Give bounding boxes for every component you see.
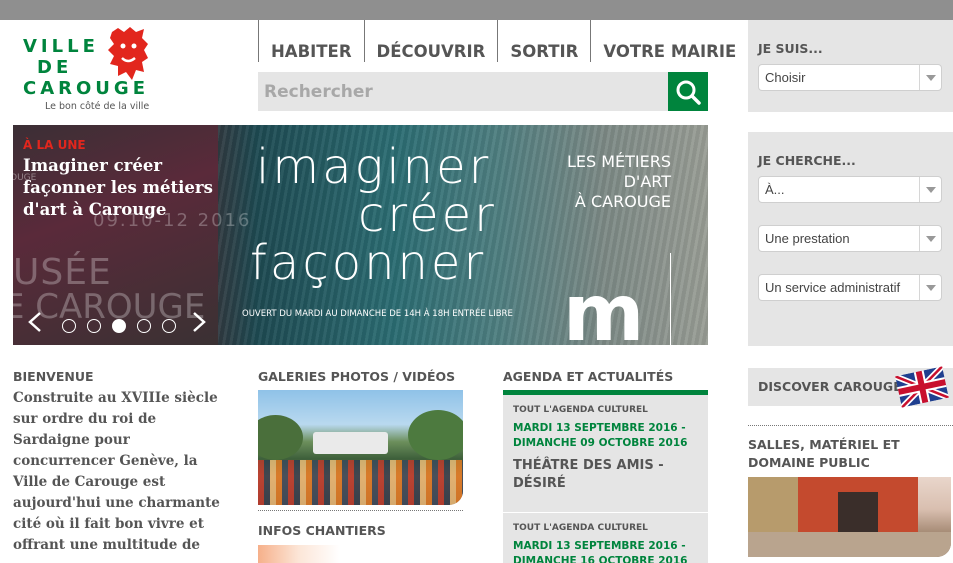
hero-subtitle-line-1: LES MÉTIERS [566, 152, 671, 171]
agenda-item-dates: MARDI 13 SEPTEMBRE 2016 - DIMANCHE 09 OC… [513, 422, 688, 449]
chevron-down-icon [919, 226, 941, 251]
hero-letters: m [563, 269, 645, 345]
je-suis-select[interactable]: Choisir [758, 64, 942, 91]
agenda-item[interactable]: TOUT L'AGENDA CULTUREL MARDI 13 SEPTEMBR… [503, 395, 708, 512]
agenda-item[interactable]: TOUT L'AGENDA CULTUREL MARDI 13 SEPTEMBR… [503, 513, 708, 563]
main-nav: HABITER DÉCOUVRIR SORTIR VOTRE MAIRIE [258, 20, 750, 62]
agenda-heading[interactable]: AGENDA ET ACTUALITÉS [503, 369, 673, 384]
je-cherche-label: JE CHERCHE... [758, 153, 856, 168]
hero-big-word-3: façonner [250, 235, 487, 291]
gallery-divider [258, 510, 463, 511]
gallery-heading[interactable]: GALERIES PHOTOS / VIDÉOS [258, 369, 455, 384]
salles-photo[interactable] [748, 477, 951, 557]
je-cherche-select-prestation[interactable]: Une prestation [758, 225, 942, 252]
works-heading[interactable]: INFOS CHANTIERS [258, 523, 386, 538]
photo-tree-left [258, 415, 303, 460]
nav-item-habiter[interactable]: HABITER [258, 20, 364, 62]
hero-title-link[interactable]: Imaginer créer façonner les métiers d'ar… [23, 155, 213, 221]
carousel-dot-1[interactable] [62, 319, 76, 333]
hero-subtitle-line-2: D'ART [623, 172, 671, 191]
logo-line-ville: VILLE [23, 36, 99, 57]
chevron-down-icon [919, 275, 941, 300]
hero-subtitle-line-3: À CAROUGE [574, 192, 671, 211]
carousel-prev-arrow-icon[interactable] [27, 311, 43, 333]
hero-opening-info: OUVERT DU MARDI AU DIMANCHE DE 14H À 18H… [242, 309, 513, 319]
carousel-next-arrow-icon[interactable] [191, 311, 207, 333]
sidebar-divider [748, 425, 953, 426]
agenda-item-dates: MARDI 13 SEPTEMBRE 2016 - DIMANCHE 16 OC… [513, 540, 688, 563]
photo-floor [748, 532, 951, 557]
select-value: Une prestation [765, 231, 850, 246]
je-cherche-select-location[interactable]: À... [758, 176, 942, 203]
discover-carouge-label: DISCOVER CAROUGE [758, 379, 902, 394]
logo-tagline: Le bon côté de la ville [45, 101, 150, 112]
search-input[interactable] [258, 72, 668, 111]
top-bar [0, 0, 953, 20]
carousel-dot-4[interactable] [137, 319, 151, 333]
carousel-dot-5[interactable] [162, 319, 176, 333]
je-suis-panel: JE SUIS... Choisir [748, 20, 953, 112]
lion-emblem-icon [108, 27, 148, 80]
select-value: Un service administratif [765, 280, 901, 295]
logo-line-de: DE [37, 57, 73, 78]
works-photo[interactable] [258, 545, 463, 563]
je-suis-select-value: Choisir [765, 70, 806, 85]
photo-tent [313, 432, 388, 454]
salles-heading[interactable]: SALLES, MATÉRIEL ET DOMAINE PUBLIC [748, 436, 948, 472]
search-button[interactable] [668, 72, 708, 111]
welcome-text: Construite au XVIIIe siècle sur ordre du… [13, 390, 220, 553]
select-value: À... [765, 182, 785, 197]
carousel-dot-2[interactable] [87, 319, 101, 333]
agenda-item-category[interactable]: TOUT L'AGENDA CULTUREL [513, 405, 698, 415]
chevron-down-icon [919, 177, 941, 202]
nav-item-decouvrir[interactable]: DÉCOUVRIR [363, 20, 498, 62]
agenda-item-category[interactable]: TOUT L'AGENDA CULTUREL [513, 523, 698, 533]
nav-item-sortir[interactable]: SORTIR [497, 20, 590, 62]
hero-divider [670, 253, 671, 345]
chevron-down-icon [919, 65, 941, 90]
photo-crowd [258, 460, 463, 505]
nav-item-votre-mairie[interactable]: VOTRE MAIRIE [590, 20, 750, 62]
hero-carousel[interactable]: OUGE 09.10-12 2016 USÉE E CAROUGE À LA U… [13, 125, 708, 345]
search-bar [258, 72, 708, 111]
hero-kicker: À LA UNE [23, 138, 86, 152]
photo-tree-right [408, 410, 463, 460]
je-cherche-select-service[interactable]: Un service administratif [758, 274, 942, 301]
agenda-item-title[interactable]: THÉÂTRE DES AMIS - DÉSIRÉ [513, 457, 698, 493]
carousel-dot-3[interactable] [112, 319, 126, 333]
discover-carouge-button[interactable]: DISCOVER CAROUGE [748, 366, 953, 408]
je-suis-label: JE SUIS... [758, 41, 823, 56]
uk-flag-icon [895, 366, 949, 408]
welcome-heading: BIENVENUE [13, 369, 94, 384]
carousel-dots [62, 319, 176, 333]
gallery-photo[interactable] [258, 390, 463, 505]
hero-subtitle: LES MÉTIERS D'ART À CAROUGE [567, 152, 671, 212]
je-cherche-panel: JE CHERCHE... À... Une prestation Un ser… [748, 132, 953, 346]
photo-door [838, 492, 878, 532]
search-icon [676, 80, 701, 105]
logo[interactable]: VILLE DE CAROUGE Le bon côté de la ville [20, 26, 250, 116]
